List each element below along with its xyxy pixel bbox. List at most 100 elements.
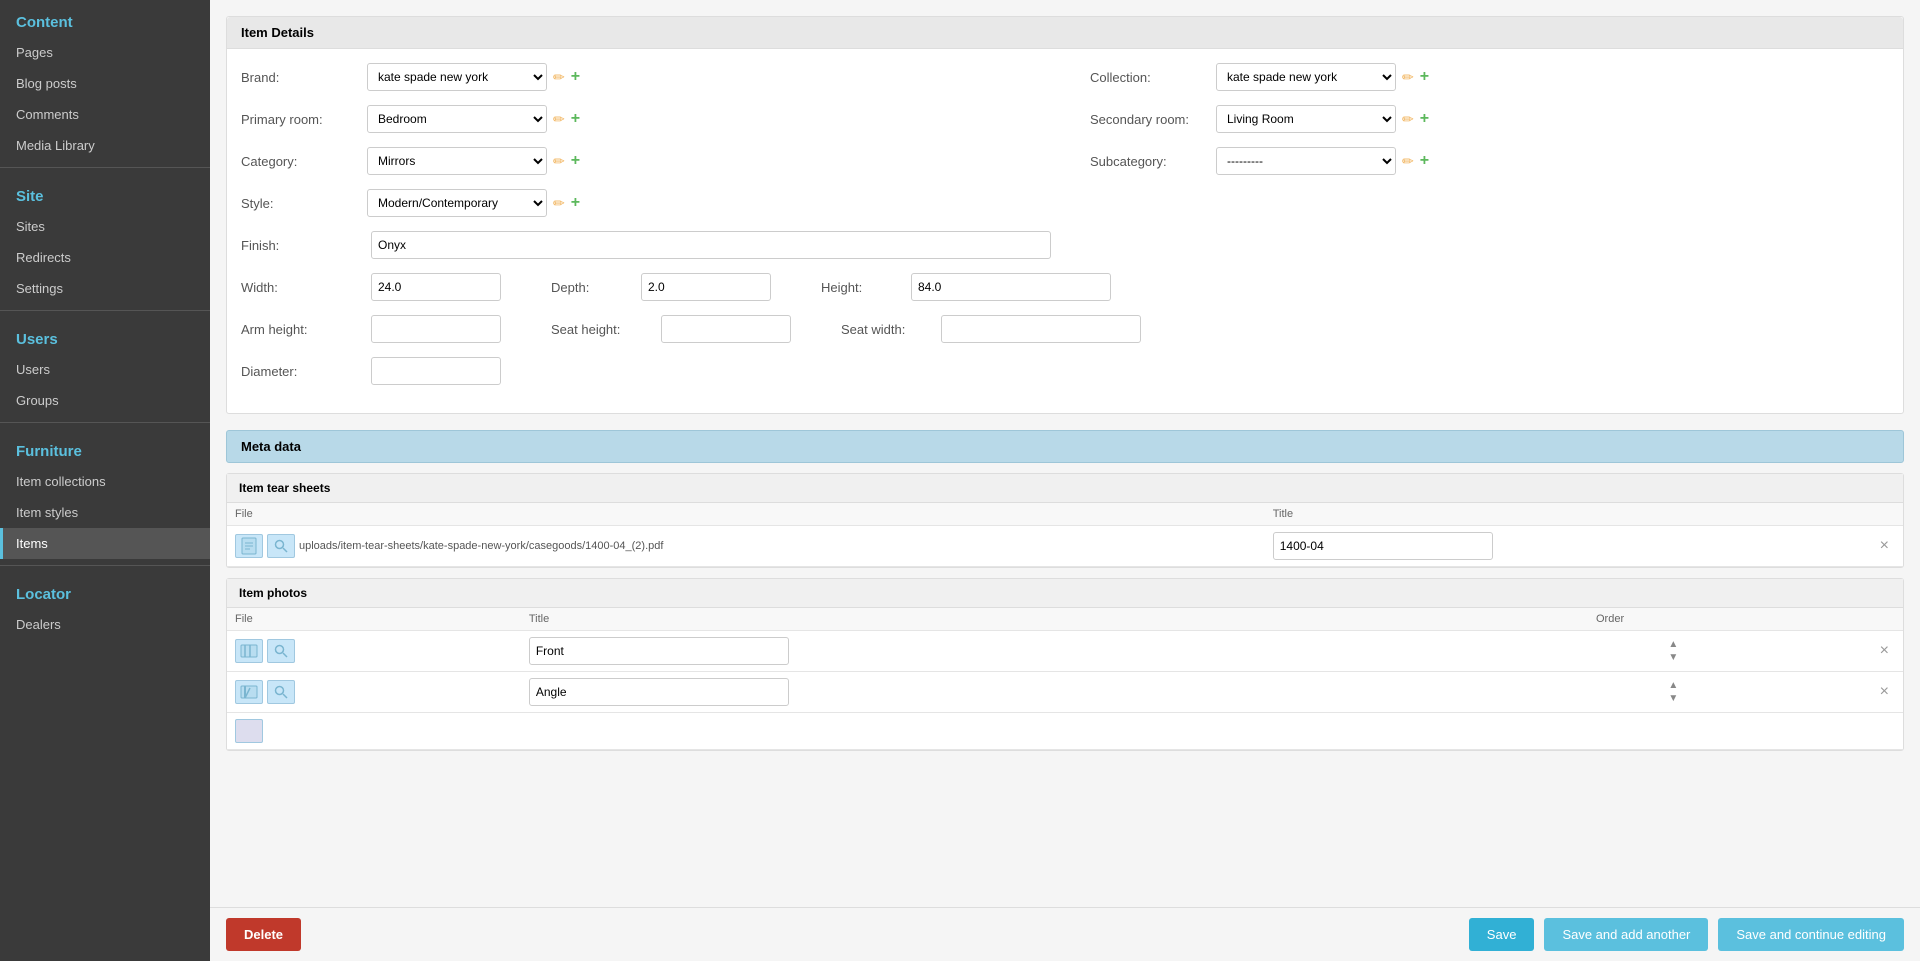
seat-width-input[interactable]: [941, 315, 1141, 343]
sidebar-item-item-styles[interactable]: Item styles: [0, 497, 210, 528]
category-select[interactable]: Mirrors: [367, 147, 547, 175]
divider-1: [0, 167, 210, 168]
primary-room-select[interactable]: Bedroom: [367, 105, 547, 133]
photo-title-input-1[interactable]: [529, 637, 789, 665]
category-edit-icon[interactable]: ✏: [553, 153, 565, 170]
subcategory-edit-icon[interactable]: ✏: [1402, 153, 1414, 170]
sidebar-locator-title: Locator: [0, 572, 210, 609]
sidebar-item-pages[interactable]: Pages: [0, 37, 210, 68]
sidebar-item-sites[interactable]: Sites: [0, 211, 210, 242]
sidebar-item-redirects[interactable]: Redirects: [0, 242, 210, 273]
category-label: Category:: [241, 154, 361, 169]
secondary-room-label: Secondary room:: [1090, 112, 1210, 127]
photo-order-cell-3: [1588, 713, 1759, 750]
secondary-room-select[interactable]: Living Room: [1216, 105, 1396, 133]
delete-button[interactable]: Delete: [226, 918, 301, 951]
photos-header: Item photos: [227, 579, 1903, 608]
tear-sheets-close-btn[interactable]: ×: [1874, 537, 1895, 554]
secondary-room-add-icon[interactable]: +: [1420, 110, 1429, 128]
arm-height-input[interactable]: [371, 315, 501, 343]
pdf-search-icon[interactable]: [267, 534, 295, 558]
sidebar-item-media-library[interactable]: Media Library: [0, 130, 210, 161]
sidebar-content-title: Content: [0, 0, 210, 37]
width-input[interactable]: [371, 273, 501, 301]
sidebar-item-dealers[interactable]: Dealers: [0, 609, 210, 640]
order-arrows-2: ▲ ▼: [1596, 680, 1751, 705]
brand-edit-icon[interactable]: ✏: [553, 69, 565, 86]
collection-section: Collection: kate spade new york ✏ +: [1090, 63, 1889, 91]
divider-4: [0, 565, 210, 566]
sidebar-item-items[interactable]: Items: [0, 528, 210, 559]
style-section: Style: Modern/Contemporary ✏ +: [241, 189, 1889, 217]
sidebar-item-comments[interactable]: Comments: [0, 99, 210, 130]
height-input[interactable]: [911, 273, 1111, 301]
photo-title-cell-3: [521, 713, 1588, 750]
photos-table: File Title Order: [227, 608, 1903, 750]
photo-title-input-2[interactable]: [529, 678, 789, 706]
divider-2: [0, 310, 210, 311]
category-section: Category: Mirrors ✏ +: [241, 147, 1040, 175]
photo-icon-1: [235, 639, 263, 663]
style-edit-icon[interactable]: ✏: [553, 195, 565, 212]
photo-row-2: ▲ ▼ ×: [227, 672, 1903, 713]
pdf-thumb-icon: [235, 534, 263, 558]
photo-search-icon-2[interactable]: [267, 680, 295, 704]
subcategory-select[interactable]: ---------: [1216, 147, 1396, 175]
collection-edit-icon[interactable]: ✏: [1402, 69, 1414, 86]
save-continue-button[interactable]: Save and continue editing: [1718, 918, 1904, 951]
sidebar-item-settings[interactable]: Settings: [0, 273, 210, 304]
save-button[interactable]: Save: [1469, 918, 1535, 951]
photo-close-btn-2[interactable]: ×: [1874, 683, 1895, 700]
tear-sheets-title-input[interactable]: [1273, 532, 1493, 560]
sidebar-item-users[interactable]: Users: [0, 354, 210, 385]
primary-room-edit-icon[interactable]: ✏: [553, 111, 565, 128]
sidebar-item-groups[interactable]: Groups: [0, 385, 210, 416]
tear-sheets-header: Item tear sheets: [227, 474, 1903, 503]
primary-room-section: Primary room: Bedroom ✏ +: [241, 105, 1040, 133]
brand-add-icon[interactable]: +: [571, 68, 580, 86]
subcategory-add-icon[interactable]: +: [1420, 152, 1429, 170]
brand-select[interactable]: kate spade new york: [367, 63, 547, 91]
photo-icon-2: [235, 680, 263, 704]
depth-input[interactable]: [641, 273, 771, 301]
primary-room-add-icon[interactable]: +: [571, 110, 580, 128]
file-thumb-1: uploads/item-tear-sheets/kate-spade-new-…: [235, 534, 1257, 558]
diameter-input[interactable]: [371, 357, 501, 385]
sidebar-item-blog-posts[interactable]: Blog posts: [0, 68, 210, 99]
secondary-room-edit-icon[interactable]: ✏: [1402, 111, 1414, 128]
order-up-btn-2[interactable]: ▲: [1665, 680, 1681, 692]
subcategory-section: Subcategory: --------- ✏ +: [1090, 147, 1889, 175]
tear-sheets-row-1: uploads/item-tear-sheets/kate-spade-new-…: [227, 526, 1903, 567]
tear-sheets-col-title: Title: [1265, 503, 1816, 526]
seat-height-input[interactable]: [661, 315, 791, 343]
photo-thumb-3: [235, 719, 513, 743]
collection-add-icon[interactable]: +: [1420, 68, 1429, 86]
sidebar-item-item-collections[interactable]: Item collections: [0, 466, 210, 497]
photo-row-1: ▲ ▼ ×: [227, 631, 1903, 672]
photo-icon-3: [235, 719, 263, 743]
tear-sheets-file-cell: uploads/item-tear-sheets/kate-spade-new-…: [227, 526, 1265, 567]
content-area: Item Details Brand: kate spade new york …: [210, 0, 1920, 961]
finish-input[interactable]: [371, 231, 1051, 259]
category-add-icon[interactable]: +: [571, 152, 580, 170]
style-add-icon[interactable]: +: [571, 194, 580, 212]
style-select[interactable]: Modern/Contemporary: [367, 189, 547, 217]
dimensions-row: Width: Depth: Height:: [241, 273, 1889, 301]
style-row: Style: Modern/Contemporary ✏ +: [241, 189, 1889, 217]
diameter-label: Diameter:: [241, 364, 361, 379]
order-up-btn-1[interactable]: ▲: [1665, 639, 1681, 651]
photo-search-icon-1[interactable]: [267, 639, 295, 663]
order-down-btn-2[interactable]: ▼: [1665, 693, 1681, 705]
sidebar: Content Pages Blog posts Comments Media …: [0, 0, 210, 961]
photo-close-cell-1: ×: [1759, 631, 1903, 672]
sidebar-furniture-title: Furniture: [0, 429, 210, 466]
tear-sheets-table: File Title: [227, 503, 1903, 567]
order-down-btn-1[interactable]: ▼: [1665, 652, 1681, 664]
photo-close-btn-1[interactable]: ×: [1874, 642, 1895, 659]
primary-room-label: Primary room:: [241, 112, 361, 127]
subcategory-label: Subcategory:: [1090, 154, 1210, 169]
save-add-button[interactable]: Save and add another: [1544, 918, 1708, 951]
collection-select[interactable]: kate spade new york: [1216, 63, 1396, 91]
brand-label: Brand:: [241, 70, 361, 85]
tear-sheets-title-cell: [1265, 526, 1816, 567]
